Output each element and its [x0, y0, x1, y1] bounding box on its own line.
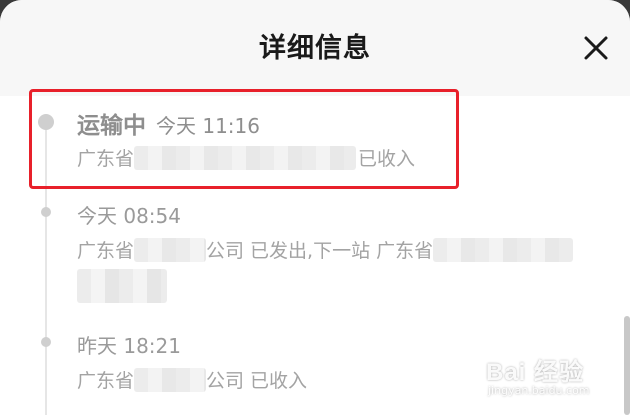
close-button[interactable] [578, 30, 614, 66]
redacted-text [134, 237, 207, 262]
details-sheet: 详细信息 运输中 今天 11:16 广东省 已收入 今天 08:54 广东省 公司 已… [0, 0, 630, 415]
close-icon [584, 36, 608, 60]
status-suffix: 公司 已收入 [206, 370, 308, 392]
redacted-text [433, 237, 574, 262]
watermark: Bai 经验 jingyan.baidu.com [486, 352, 590, 397]
timeline-item-text: 广东省 公司 已收入 [77, 366, 307, 393]
redacted-text [134, 367, 207, 392]
timeline-dot [41, 337, 51, 347]
timeline-item-head: 昨天 18:21 [77, 330, 181, 359]
page-title: 详细信息 [259, 33, 371, 64]
timeline-dot [41, 207, 51, 217]
route-text: 公司 已发出,下一站 广东省 [206, 240, 434, 262]
timestamp: 今天 08:54 [77, 204, 181, 228]
watermark-url: jingyan.baidu.com [488, 384, 590, 397]
timeline-item-head: 今天 08:54 [77, 200, 181, 229]
highlight-box [29, 89, 459, 189]
redacted-text-block [77, 269, 167, 303]
location-prefix: 广东省 [77, 240, 135, 262]
timeline-item-text: 广东省 公司 已发出,下一站 广东省 [77, 236, 574, 263]
scrollbar[interactable] [624, 316, 630, 415]
location-prefix: 广东省 [77, 370, 135, 392]
timestamp: 昨天 18:21 [77, 334, 181, 358]
sheet-header: 详细信息 [0, 0, 630, 96]
watermark-logo: Bai 经验 [486, 359, 585, 386]
